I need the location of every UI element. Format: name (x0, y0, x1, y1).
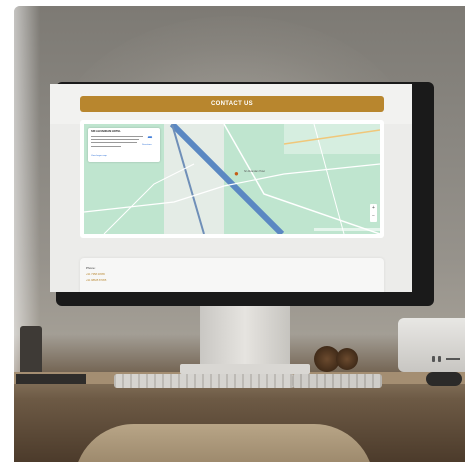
monitor-stand (200, 304, 290, 370)
contact-us-title: CONTACT US (211, 101, 253, 107)
pin-label: Sri Alivandam Hotel (244, 170, 265, 173)
zoom-control[interactable]: + − (370, 204, 377, 222)
map-place-name: SRI ALIVANDAM HOTEL (91, 130, 121, 133)
map-address-line (91, 139, 139, 141)
directions-label[interactable]: Directions (142, 144, 152, 146)
embedded-map[interactable]: SRI ALIVANDAM HOTEL View larger map ➦ Di… (84, 124, 380, 234)
monitor-stand-foot (180, 364, 310, 374)
desk-book (16, 374, 86, 384)
contact-us-banner: CONTACT US (80, 96, 384, 112)
mouse (426, 372, 462, 386)
directions-icon[interactable]: ➦ (146, 134, 154, 142)
desk-lamp (20, 326, 42, 378)
map-area (284, 124, 380, 154)
map-address-line (91, 136, 143, 138)
phone-number[interactable]: +91 98625 87455 (86, 279, 106, 282)
chair (74, 424, 374, 462)
port (446, 358, 460, 360)
map-address-line (91, 142, 137, 144)
port (432, 356, 435, 362)
phone-label: Phone: (86, 266, 96, 270)
phone-number[interactable]: +91 7358 24565 (86, 273, 105, 276)
map-info-box: SRI ALIVANDAM HOTEL View larger map ➦ Di… (88, 128, 160, 162)
zoom-out-button[interactable]: − (370, 212, 377, 220)
location-pin-icon[interactable]: ● (234, 170, 240, 178)
keyboard-numpad (292, 374, 382, 388)
phone-card: Phone: +91 7358 24565 +91 98625 87455 (80, 258, 384, 292)
pinecone (336, 348, 358, 370)
map-urban-area (164, 124, 224, 234)
monitor-screen: CONTACT US SRI ALIVANDAM HOTEL View larg… (50, 84, 412, 292)
view-larger-map-link[interactable]: View larger map (91, 155, 107, 157)
keyboard (114, 374, 294, 388)
zoom-in-button[interactable]: + (370, 204, 377, 212)
map-rating-line (91, 146, 121, 148)
map-attribution (314, 228, 380, 231)
mac-studio (398, 318, 465, 372)
port (438, 356, 441, 362)
